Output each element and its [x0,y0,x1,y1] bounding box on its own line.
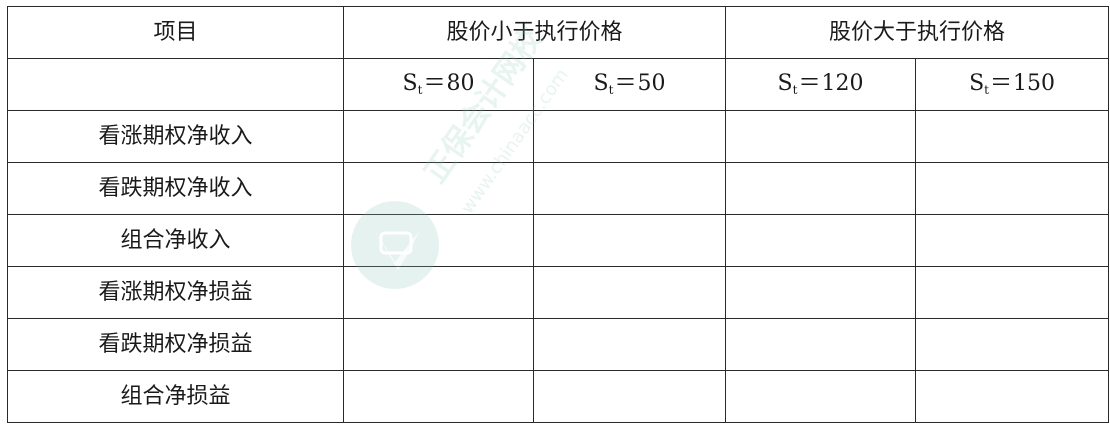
table-cell [725,214,917,267]
table-cell [532,214,727,267]
table-row: 看跌期权净损益 [7,318,1110,371]
table-row: 组合净损益 [7,370,1110,423]
header-st-120: St＝120 [725,58,917,111]
table-row: 看跌期权净收入 [7,162,1110,215]
table-cell [915,214,1110,267]
header-st-150: St＝150 [915,58,1110,111]
header-row-2: St＝80 St＝50 St＝120 St＝150 [7,58,1110,111]
table-cell [532,162,727,215]
row-label-put-net-pnl: 看跌期权净损益 [7,318,344,371]
table-cell [343,318,534,371]
table-cell [915,110,1110,163]
header-price-below-strike: 股价小于执行价格 [342,6,727,59]
header-st-80: St＝80 [343,58,534,111]
table-row: 看涨期权净收入 [7,110,1110,163]
header-price-above-strike: 股价大于执行价格 [725,6,1110,59]
table-row: 组合净收入 [7,214,1110,267]
header-row-1: 项目 股价小于执行价格 股价大于执行价格 [7,6,1110,59]
row-label-call-net-income: 看涨期权净收入 [7,110,344,163]
row-label-combo-net-income: 组合净收入 [7,214,344,267]
table-cell [343,214,534,267]
table-cell [343,162,534,215]
header-blank-cell [7,58,344,111]
table-cell [915,266,1110,319]
table-cell [915,370,1110,423]
table-cell [725,110,917,163]
row-label-put-net-income: 看跌期权净收入 [7,162,344,215]
table-cell [915,162,1110,215]
table-cell [343,110,534,163]
table-cell [343,370,534,423]
table-cell [343,266,534,319]
row-label-call-net-pnl: 看涨期权净损益 [7,266,344,319]
header-item: 项目 [7,6,344,59]
row-label-combo-net-pnl: 组合净损益 [7,370,344,423]
table-cell [532,110,727,163]
table-cell [725,162,917,215]
table-row: 看涨期权净损益 [7,266,1110,319]
table-cell [532,318,727,371]
options-table: 项目 股价小于执行价格 股价大于执行价格 St＝80 St＝50 St＝120 … [7,6,1110,423]
header-st-50: St＝50 [532,58,727,111]
table-cell [725,370,917,423]
table-cell [532,266,727,319]
table-cell [532,370,727,423]
table-cell [725,318,917,371]
table-cell [725,266,917,319]
table-cell [915,318,1110,371]
